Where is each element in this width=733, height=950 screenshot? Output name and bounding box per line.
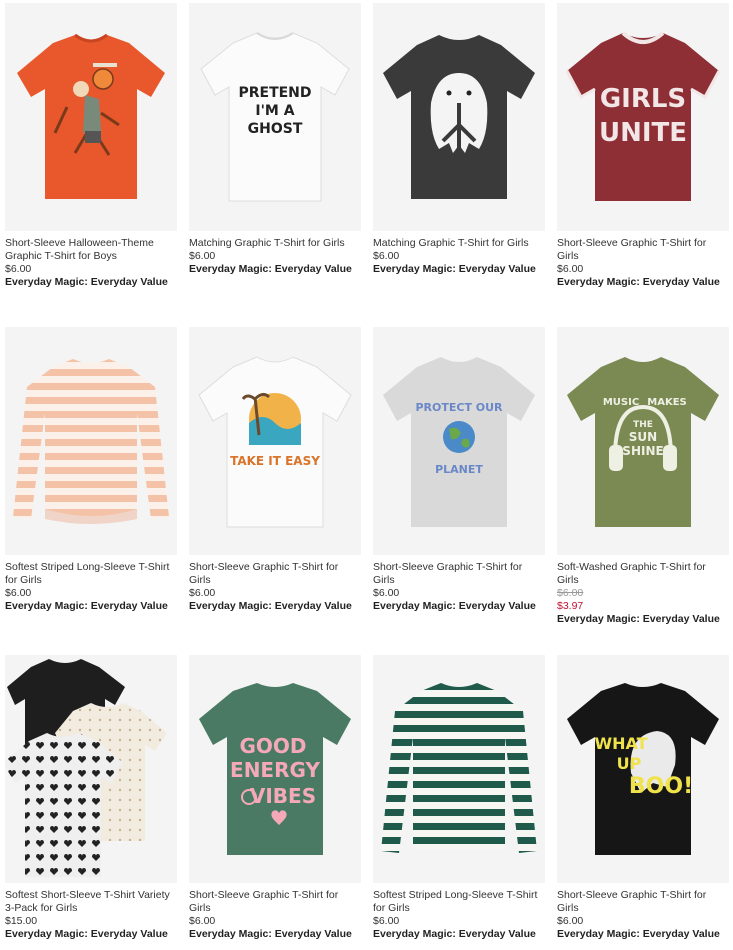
longsleeve-green-striped-icon (381, 683, 537, 853)
product-card[interactable]: MUSIC MAKES THE SUN SHINE Soft-Washed Gr… (557, 327, 729, 655)
tshirt-orange-basketball-icon (17, 33, 165, 199)
graphic-text: THE (633, 420, 653, 430)
graphic-text: SHINE (622, 444, 663, 458)
tshirt-3pack-hearts-icon (5, 659, 167, 877)
product-card[interactable]: GOOD ENERGY VIBES Short-Sleeve Graphic T… (189, 655, 361, 947)
graphic-text: UP (617, 754, 642, 773)
product-image[interactable]: GIRLS UNITE (557, 3, 729, 231)
product-price: $6.00 (373, 250, 400, 262)
product-price: $6.00 (189, 587, 216, 599)
product-image[interactable]: TAKE IT EASY (189, 327, 361, 555)
promo-label: Everyday Magic: Everyday Value (373, 263, 536, 275)
promo-label: Everyday Magic: Everyday Value (5, 600, 168, 612)
product-price: $6.00 (373, 587, 400, 599)
product-price: $6.00 (5, 587, 32, 599)
graphic-text: WHAT (594, 734, 647, 753)
longsleeve-peach-striped-icon (13, 359, 169, 524)
promo-label: Everyday Magic: Everyday Value (189, 928, 352, 940)
product-image[interactable]: GOOD ENERGY VIBES (189, 655, 361, 883)
original-price: $6.00 (557, 587, 584, 599)
product-card[interactable]: PRETEND I'M A GHOST Matching Graphic T-S… (189, 3, 361, 327)
graphic-text: GIRLS (600, 84, 686, 114)
product-card[interactable]: Softest Striped Long-Sleeve T-Shirt for … (5, 327, 177, 655)
product-grid: Short-Sleeve Halloween-Theme Graphic T-S… (5, 3, 729, 947)
product-title[interactable]: Short-Sleeve Graphic T-Shirt for Girls (189, 889, 361, 915)
product-title[interactable]: Matching Graphic T-Shirt for Girls (189, 237, 361, 250)
tshirt-white-pretend-ghost-icon: PRETEND I'M A GHOST (200, 32, 350, 202)
product-title[interactable]: Short-Sleeve Graphic T-Shirt for Girls (373, 561, 545, 587)
tshirt-maroon-girls-unite-icon: GIRLS UNITE (565, 31, 721, 201)
product-title[interactable]: Short-Sleeve Graphic T-Shirt for Girls (557, 237, 729, 263)
product-title[interactable]: Softest Short-Sleeve T-Shirt Variety 3-P… (5, 889, 177, 915)
product-image[interactable]: MUSIC MAKES THE SUN SHINE (557, 327, 729, 555)
graphic-text: VIBES (250, 784, 316, 808)
promo-label: Everyday Magic: Everyday Value (557, 276, 720, 288)
tshirt-olive-music-sunshine-icon: MUSIC MAKES THE SUN SHINE (567, 357, 719, 527)
product-title[interactable]: Short-Sleeve Halloween-Theme Graphic T-S… (5, 237, 177, 263)
product-price: $6.00 (5, 263, 32, 275)
product-card[interactable]: Softest Short-Sleeve T-Shirt Variety 3-P… (5, 655, 177, 947)
product-price: $6.00 (373, 915, 400, 927)
product-price: $6.00 (557, 915, 584, 927)
product-card[interactable]: Short-Sleeve Halloween-Theme Graphic T-S… (5, 3, 177, 327)
graphic-text: UNITE (599, 118, 687, 148)
graphic-text: PROTECT OUR (415, 401, 503, 414)
product-card[interactable]: GIRLS UNITE Short-Sleeve Graphic T-Shirt… (557, 3, 729, 327)
graphic-text: GHOST (248, 121, 303, 137)
product-card[interactable]: WHAT UP BOO! Short-Sleeve Graphic T-Shir… (557, 655, 729, 947)
product-title[interactable]: Matching Graphic T-Shirt for Girls (373, 237, 545, 250)
product-image[interactable] (5, 655, 177, 883)
promo-label: Everyday Magic: Everyday Value (557, 928, 720, 940)
product-image[interactable] (5, 3, 177, 231)
graphic-text: SUN (629, 430, 657, 444)
graphic-text: PLANET (435, 463, 483, 476)
product-image[interactable]: PROTECT OUR PLANET (373, 327, 545, 555)
promo-label: Everyday Magic: Everyday Value (189, 600, 352, 612)
product-price: $6.00 (557, 263, 584, 275)
product-image[interactable] (5, 327, 177, 555)
promo-label: Everyday Magic: Everyday Value (373, 928, 536, 940)
tshirt-white-take-it-easy-icon: TAKE IT EASY (198, 356, 352, 528)
tshirt-gray-protect-planet-icon: PROTECT OUR PLANET (383, 357, 535, 527)
promo-label: Everyday Magic: Everyday Value (373, 600, 536, 612)
tshirt-green-good-energy-icon: GOOD ENERGY VIBES (199, 683, 351, 855)
graphic-text: TAKE IT EASY (230, 454, 320, 468)
graphic-text: MAKES (647, 397, 686, 408)
product-card[interactable]: PROTECT OUR PLANET Short-Sleeve Graphic … (373, 327, 545, 655)
promo-label: Everyday Magic: Everyday Value (5, 928, 168, 940)
tshirt-black-peace-ghost-icon (383, 35, 535, 199)
product-title[interactable]: Softest Striped Long-Sleeve T-Shirt for … (5, 561, 177, 587)
product-image[interactable] (373, 655, 545, 883)
tshirt-black-what-up-boo-icon: WHAT UP BOO! (567, 683, 719, 855)
graphic-text: MUSIC (603, 397, 639, 408)
promo-label: Everyday Magic: Everyday Value (557, 613, 720, 625)
product-card[interactable]: Matching Graphic T-Shirt for Girls $6.00… (373, 3, 545, 327)
product-image[interactable]: WHAT UP BOO! (557, 655, 729, 883)
product-card[interactable]: Softest Striped Long-Sleeve T-Shirt for … (373, 655, 545, 947)
promo-label: Everyday Magic: Everyday Value (189, 263, 352, 275)
graphic-text: GOOD (239, 734, 306, 758)
product-image[interactable]: PRETEND I'M A GHOST (189, 3, 361, 231)
product-card[interactable]: TAKE IT EASY Short-Sleeve Graphic T-Shir… (189, 327, 361, 655)
sale-price: $3.97 (557, 600, 584, 612)
product-price: $6.00 (189, 250, 216, 262)
graphic-text: PRETEND (238, 85, 311, 101)
product-image[interactable] (373, 3, 545, 231)
graphic-text: I'M A (255, 103, 294, 119)
product-title[interactable]: Softest Striped Long-Sleeve T-Shirt for … (373, 889, 545, 915)
graphic-text: BOO! (629, 774, 693, 799)
product-title[interactable]: Short-Sleeve Graphic T-Shirt for Girls (557, 889, 729, 915)
product-price: $6.00 (189, 915, 216, 927)
product-title[interactable]: Soft-Washed Graphic T-Shirt for Girls (557, 561, 729, 587)
promo-label: Everyday Magic: Everyday Value (5, 276, 168, 288)
product-price: $15.00 (5, 915, 38, 927)
graphic-text: ENERGY (230, 758, 320, 782)
product-title[interactable]: Short-Sleeve Graphic T-Shirt for Girls (189, 561, 361, 587)
